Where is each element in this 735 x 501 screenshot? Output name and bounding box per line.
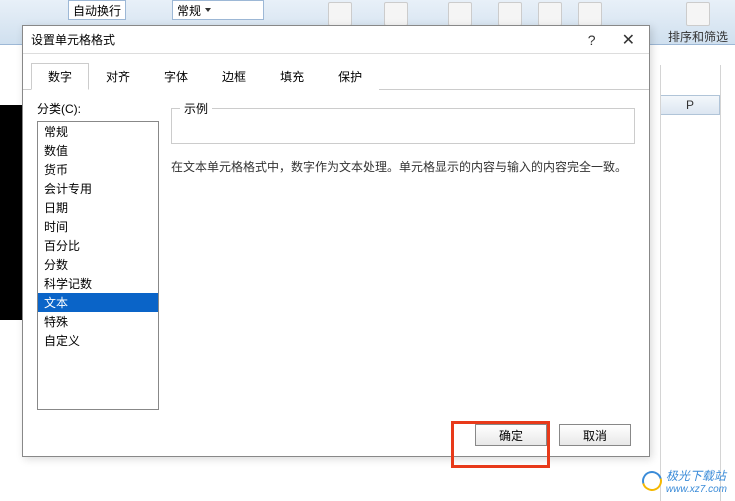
- tab-border[interactable]: 边框: [205, 63, 263, 90]
- watermark-text: 极光下载站: [666, 467, 727, 484]
- insert-icon: [498, 2, 522, 26]
- format-icon: [578, 2, 602, 26]
- category-fraction[interactable]: 分数: [38, 255, 158, 274]
- category-general[interactable]: 常规: [38, 122, 158, 141]
- dialog-title: 设置单元格格式: [31, 31, 115, 48]
- format-description: 在文本单元格格式中，数字作为文本处理。单元格显示的内容与输入的内容完全一致。: [171, 158, 635, 176]
- tab-protection[interactable]: 保护: [321, 63, 379, 90]
- tab-alignment[interactable]: 对齐: [89, 63, 147, 90]
- example-legend: 示例: [180, 100, 212, 117]
- close-button[interactable]: ✕: [616, 28, 641, 52]
- number-format-dropdown[interactable]: 常规: [172, 0, 264, 20]
- category-scientific[interactable]: 科学记数: [38, 274, 158, 293]
- sort-filter-label: 排序和筛选: [668, 28, 728, 45]
- tab-fill[interactable]: 填充: [263, 63, 321, 90]
- category-label: 分类(C):: [37, 100, 159, 117]
- category-currency[interactable]: 货币: [38, 160, 158, 179]
- category-text[interactable]: 文本: [38, 293, 158, 312]
- category-percentage[interactable]: 百分比: [38, 236, 158, 255]
- ok-button[interactable]: 确定: [475, 424, 547, 446]
- category-number[interactable]: 数值: [38, 141, 158, 160]
- category-custom[interactable]: 自定义: [38, 331, 158, 350]
- auto-wrap-toggle[interactable]: 自动换行: [68, 0, 126, 20]
- help-button[interactable]: ?: [582, 30, 602, 50]
- dialog-titlebar[interactable]: 设置单元格格式 ? ✕: [23, 26, 649, 54]
- auto-wrap-label: 自动换行: [73, 2, 121, 19]
- watermark-url: www.xz7.com: [666, 484, 727, 495]
- cancel-button[interactable]: 取消: [559, 424, 631, 446]
- category-time[interactable]: 时间: [38, 217, 158, 236]
- number-format-value: 常规: [177, 2, 201, 19]
- selected-row-strip: [0, 105, 22, 320]
- delete-icon: [538, 2, 562, 26]
- tab-font[interactable]: 字体: [147, 63, 205, 90]
- sort-filter-button[interactable]: 排序和筛选: [668, 2, 728, 45]
- table-style-icon: [384, 2, 408, 26]
- category-date[interactable]: 日期: [38, 198, 158, 217]
- watermark-logo-icon: [638, 467, 665, 494]
- dialog-footer: 确定 取消: [23, 414, 649, 456]
- cell-style-icon: [448, 2, 472, 26]
- category-accounting[interactable]: 会计专用: [38, 179, 158, 198]
- sort-filter-icon: [686, 2, 710, 26]
- watermark: 极光下载站 www.xz7.com: [642, 467, 727, 495]
- category-special[interactable]: 特殊: [38, 312, 158, 331]
- tab-number[interactable]: 数字: [31, 63, 89, 90]
- chevron-down-icon: [205, 8, 211, 12]
- column-header-p[interactable]: P: [660, 95, 720, 115]
- example-fieldset: 示例: [171, 100, 635, 144]
- category-listbox[interactable]: 常规 数值 货币 会计专用 日期 时间 百分比 分数 科学记数 文本 特殊 自定…: [37, 121, 159, 410]
- dialog-tabs: 数字 对齐 字体 边框 填充 保护: [23, 54, 649, 90]
- conditional-format-icon: [328, 2, 352, 26]
- format-cells-dialog: 设置单元格格式 ? ✕ 数字 对齐 字体 边框 填充 保护 分类(C): 常规 …: [22, 25, 650, 457]
